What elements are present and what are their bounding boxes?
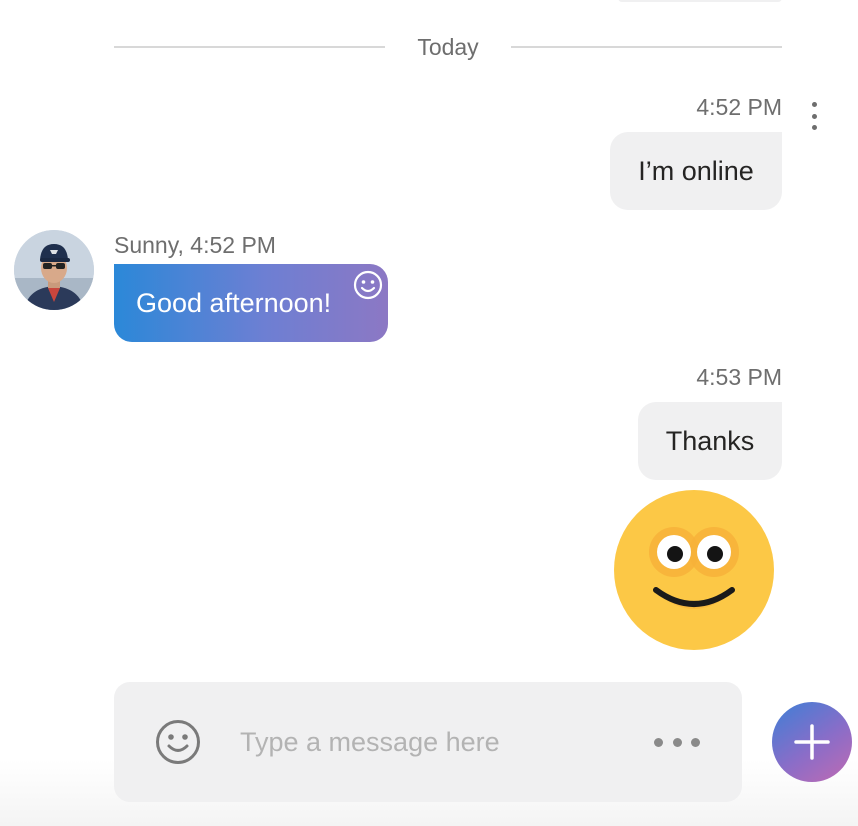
message-text: I’m online: [638, 155, 754, 186]
smiley-outline-icon[interactable]: [154, 718, 202, 766]
add-button[interactable]: [772, 702, 852, 782]
incoming-message-bubble[interactable]: Good afternoon!: [114, 264, 388, 342]
plus-icon: [794, 724, 830, 760]
more-vertical-icon[interactable]: [804, 102, 824, 130]
smiley-outline-icon[interactable]: [352, 269, 384, 301]
outgoing-message-bubble[interactable]: Thanks: [638, 402, 782, 480]
message-text: Thanks: [665, 425, 755, 456]
date-divider-line-right: [511, 46, 782, 48]
previous-message-bubble: [618, 0, 782, 2]
sender-name-timestamp: Sunny, 4:52 PM: [114, 232, 276, 258]
message-timestamp: 4:52 PM: [696, 94, 782, 120]
smiley-emoji-icon[interactable]: [614, 490, 774, 650]
date-divider-label: Today: [417, 34, 479, 60]
avatar[interactable]: [14, 230, 94, 310]
message-text: Good afternoon!: [136, 287, 332, 318]
more-horizontal-icon[interactable]: [654, 730, 700, 754]
message-input[interactable]: [240, 720, 620, 764]
compose-box[interactable]: [114, 682, 742, 802]
message-timestamp: 4:53 PM: [696, 364, 782, 390]
date-divider-line-left: [114, 46, 385, 48]
outgoing-message-bubble[interactable]: I’m online: [610, 132, 782, 210]
